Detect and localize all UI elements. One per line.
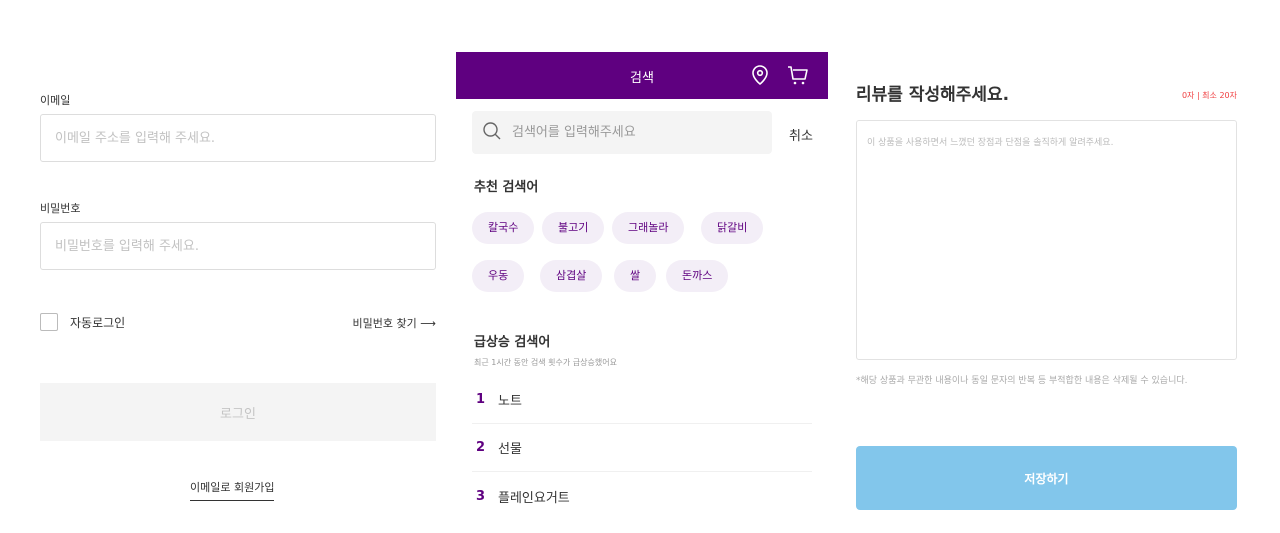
recommended-chip[interactable]: 쌀 (614, 260, 657, 292)
auto-login-checkbox[interactable] (40, 313, 58, 331)
review-title: 리뷰를 작성해주세요. (856, 85, 1010, 105)
search-icon (482, 121, 502, 145)
trending-item[interactable]: 2 선물 (472, 424, 812, 472)
cancel-button[interactable]: 취소 (789, 125, 813, 144)
login-button[interactable]: 로그인 (40, 383, 436, 441)
rank-number: 1 (476, 392, 486, 407)
email-signup-link[interactable]: 이메일로 회원가입 (190, 479, 275, 501)
rank-term: 플레인요거트 (498, 490, 570, 506)
recommended-chip[interactable]: 삼겹살 (540, 260, 603, 292)
review-form: 리뷰를 작성해주세요. 0자 | 최소 20자 *해당 상품과 무관한 내용이나… (856, 0, 1237, 533)
trending-item[interactable]: 3 플레인요거트 (472, 472, 812, 520)
recommended-chip[interactable]: 우동 (472, 260, 525, 292)
recommended-chip[interactable]: 그래놀라 (612, 212, 685, 244)
password-label: 비밀번호 (40, 202, 81, 215)
rank-number: 2 (476, 440, 486, 455)
find-password-link[interactable]: 비밀번호 찾기 ⟶ (353, 315, 436, 331)
rank-number: 3 (476, 488, 486, 504)
char-count: 0자 | 최소 20자 (1181, 91, 1237, 100)
recommended-chip[interactable]: 칼국수 (472, 212, 535, 244)
recommended-title: 추천 검색어 (474, 180, 539, 195)
header-title: 검색 (630, 71, 654, 86)
cart-icon[interactable] (786, 63, 810, 87)
location-pin-icon[interactable] (748, 63, 772, 87)
save-button[interactable]: 저장하기 (856, 446, 1237, 510)
auto-login-row: 자동로그인 (40, 313, 125, 331)
email-label: 이메일 (40, 94, 71, 107)
trending-item[interactable]: 1 노트 (472, 376, 812, 424)
recommended-chip[interactable]: 닭갈비 (701, 212, 764, 244)
recommended-chip[interactable]: 불고기 (542, 212, 605, 244)
login-form: 이메일 비밀번호 자동로그인 비밀번호 찾기 ⟶ 로그인 이메일로 회원가입 (40, 0, 436, 533)
search-panel: 검색 취소 추천 검색어 칼국수 불고기 그래놀라 닭갈비 우동 (456, 52, 828, 533)
trending-title: 급상승 검색어 (474, 335, 551, 350)
review-note: *해당 상품과 무관한 내용이나 동일 문자의 반복 등 부적합한 내용은 삭제… (856, 376, 1188, 386)
search-header: 검색 (456, 52, 828, 99)
review-textarea[interactable] (856, 120, 1237, 360)
rank-term: 선물 (498, 442, 522, 457)
search-input[interactable] (512, 125, 752, 140)
auto-login-label: 자동로그인 (70, 315, 126, 330)
recommended-chip[interactable]: 돈까스 (666, 260, 729, 292)
email-field[interactable] (40, 114, 436, 162)
trending-subtitle: 최근 1시간 동안 검색 횟수가 급상승했어요 (474, 358, 617, 367)
search-box (472, 111, 772, 154)
password-field[interactable] (40, 222, 436, 270)
rank-term: 노트 (498, 394, 522, 409)
